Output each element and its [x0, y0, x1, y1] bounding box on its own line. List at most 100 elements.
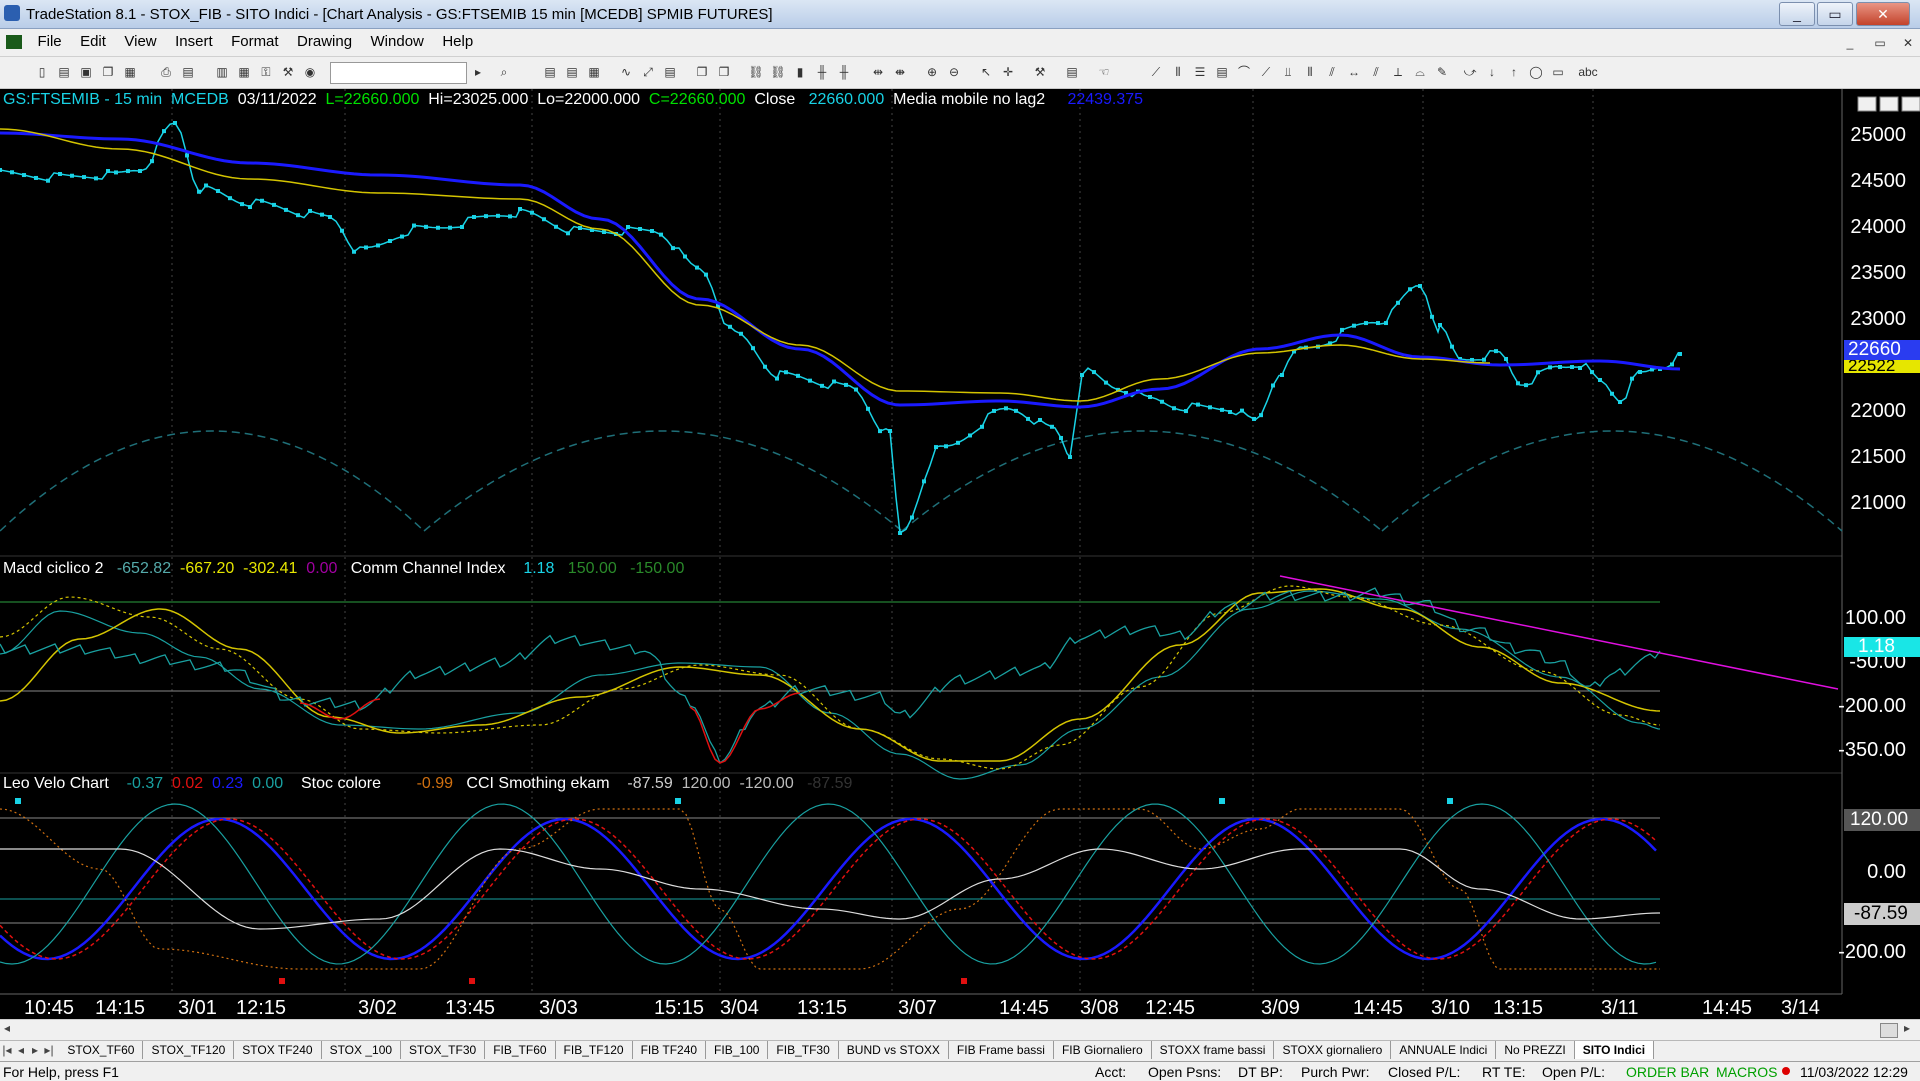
order-bar-label[interactable]: ORDER BAR [1626, 1064, 1709, 1080]
open-icon[interactable]: ▤ [56, 64, 72, 80]
scroll-left-icon[interactable]: ◂ [4, 1021, 10, 1035]
chart-icon[interactable]: ⚒ [280, 64, 296, 80]
menu-help[interactable]: Help [435, 29, 480, 50]
workspace-tab[interactable]: STOX _100 [322, 1041, 402, 1059]
workspace-tab[interactable]: FIB_TF60 [485, 1041, 556, 1059]
workspace-tab[interactable]: FIB_TF30 [768, 1041, 839, 1059]
zoom-in-icon[interactable]: ⊕ [924, 64, 940, 80]
scroll-right-icon[interactable]: ▸ [1904, 1021, 1910, 1035]
tab-next-icon[interactable]: ▸ [28, 1043, 42, 1057]
menu-view[interactable]: View [117, 29, 163, 50]
restore-button[interactable]: ▭ [1817, 2, 1853, 26]
text-icon[interactable]: abc [1576, 64, 1600, 80]
parallel-icon[interactable]: ⫽ [1368, 64, 1384, 80]
trendline-icon[interactable]: ⟋ [1148, 64, 1164, 80]
link2-icon[interactable]: ⛓ [770, 64, 786, 80]
menu-insert[interactable]: Insert [168, 29, 220, 50]
rectangle-icon[interactable]: ▭ [1550, 64, 1566, 80]
workspace-tab[interactable]: SITO Indici [1574, 1041, 1655, 1059]
globe-icon[interactable]: ◉ [302, 64, 318, 80]
workspace-tab[interactable]: FIB Giornaliero [1054, 1041, 1152, 1059]
fib-icon[interactable]: ▤ [1214, 64, 1230, 80]
pointer-icon[interactable]: ↖ [978, 64, 994, 80]
tab-first-icon[interactable]: |◂ [0, 1043, 14, 1057]
menu-file[interactable]: File [30, 29, 68, 50]
mdi-close-button[interactable]: ✕ [1898, 34, 1918, 52]
compress-icon[interactable]: ⇼ [892, 64, 908, 80]
workspace-tab[interactable]: BUND vs STOXX [839, 1041, 949, 1059]
workspace-tab[interactable]: FIB_100 [706, 1041, 769, 1059]
menu-edit[interactable]: Edit [73, 29, 113, 50]
link-icon[interactable]: ⛓ [748, 64, 764, 80]
zoom-out-icon[interactable]: ⊖ [946, 64, 962, 80]
arrow-horiz-icon[interactable]: ↔ [1346, 64, 1362, 80]
menu-window[interactable]: Window [364, 29, 431, 50]
print-preview-icon[interactable]: ▤ [180, 64, 196, 80]
crosshair-icon[interactable]: ✛ [1000, 64, 1016, 80]
curve-icon[interactable]: ⤻ [1462, 64, 1478, 80]
print-icon[interactable]: ⎙ [158, 64, 174, 80]
speed-icon[interactable]: ⫫ [1280, 64, 1296, 80]
find-icon[interactable]: ⌕ [496, 64, 512, 80]
arc-icon[interactable]: ⌒ [1236, 64, 1252, 80]
chart-area[interactable]: GS:FTSEMIB - 15 min MCEDB 03/11/2022 L=2… [0, 89, 1920, 1019]
format2-icon[interactable]: ▤ [564, 64, 580, 80]
workspace-tab[interactable]: STOX TF240 [234, 1041, 322, 1059]
play-icon[interactable]: ▸ [470, 64, 486, 80]
workspace-tab[interactable]: ANNUALE Indici [1391, 1041, 1497, 1059]
arrow-up-icon[interactable]: ↑ [1506, 64, 1522, 80]
save-icon[interactable]: ▣ [78, 64, 94, 80]
lines-icon[interactable]: ☰ [1192, 64, 1208, 80]
workspace-tab[interactable]: STOXX giornaliero [1274, 1041, 1392, 1059]
tab-last-icon[interactable]: ▸| [42, 1043, 56, 1057]
workspace-tab[interactable]: No PREZZI [1496, 1041, 1575, 1059]
symbol-combo[interactable] [330, 62, 467, 84]
indicator-icon[interactable]: ∿ [618, 64, 634, 80]
scroll-thumb[interactable] [1880, 1023, 1898, 1038]
fan-icon[interactable]: ⟋ [1258, 64, 1274, 80]
macros-label[interactable]: MACROS [1716, 1064, 1777, 1080]
grid-icon[interactable]: ▦ [586, 64, 602, 80]
menu-format[interactable]: Format [224, 29, 286, 50]
horizontal-scrollbar[interactable]: ◂ ▸ [0, 1019, 1920, 1040]
workspace-tab[interactable]: FIB_TF120 [556, 1041, 633, 1059]
channel-icon[interactable]: ⫽ [1324, 64, 1340, 80]
format-icon[interactable]: ▤ [542, 64, 558, 80]
hand-icon[interactable]: ☜ [1096, 64, 1112, 80]
workspace-tab[interactable]: STOX_TF120 [143, 1041, 235, 1059]
cycle-icon[interactable]: ⦀ [1302, 64, 1318, 80]
tools-icon[interactable]: ⚒ [1032, 64, 1048, 80]
arcs-icon[interactable]: ⌓ [1412, 64, 1428, 80]
gann-icon[interactable]: ⟂ [1390, 64, 1406, 80]
layout-icon[interactable]: ▦ [236, 64, 252, 80]
windows-icon[interactable]: ❐ [694, 64, 710, 80]
copy-icon[interactable]: ❐ [100, 64, 116, 80]
minimize-button[interactable]: _ [1779, 2, 1815, 26]
candles-icon[interactable]: ╫ [836, 64, 852, 80]
windows2-icon[interactable]: ❐ [716, 64, 732, 80]
mdi-restore-button[interactable]: ▭ [1870, 34, 1890, 52]
strategy-icon[interactable]: ⤢ [640, 64, 656, 80]
arrow-down-icon[interactable]: ↓ [1484, 64, 1500, 80]
pen-icon[interactable]: ✎ [1434, 64, 1450, 80]
hlines-icon[interactable]: ⦀ [1170, 64, 1186, 80]
lock-icon[interactable]: ⚿ [258, 64, 274, 80]
workspace-tab[interactable]: STOX_TF60 [59, 1041, 144, 1059]
close-button[interactable]: ✕ [1856, 2, 1910, 26]
workspace-icon[interactable]: ▦ [122, 64, 138, 80]
tab-prev-icon[interactable]: ◂ [14, 1043, 28, 1057]
menu-drawing[interactable]: Drawing [290, 29, 359, 50]
bars-icon[interactable]: ╫ [814, 64, 830, 80]
window-icon[interactable]: ▥ [214, 64, 230, 80]
data-window-icon[interactable]: ▤ [1064, 64, 1080, 80]
workspace-tab[interactable]: STOX_TF30 [401, 1041, 486, 1059]
ellipse-icon[interactable]: ◯ [1528, 64, 1544, 80]
workspace-tab[interactable]: FIB Frame bassi [949, 1041, 1054, 1059]
bar-icon[interactable]: ▮ [792, 64, 808, 80]
data-icon[interactable]: ▤ [662, 64, 678, 80]
new-icon[interactable]: ▯ [34, 64, 50, 80]
workspace-tab[interactable]: STOXX frame bassi [1152, 1041, 1275, 1059]
mdi-minimize-button[interactable]: _ [1840, 34, 1860, 52]
workspace-tab[interactable]: FIB TF240 [633, 1041, 707, 1059]
expand-icon[interactable]: ⇹ [870, 64, 886, 80]
